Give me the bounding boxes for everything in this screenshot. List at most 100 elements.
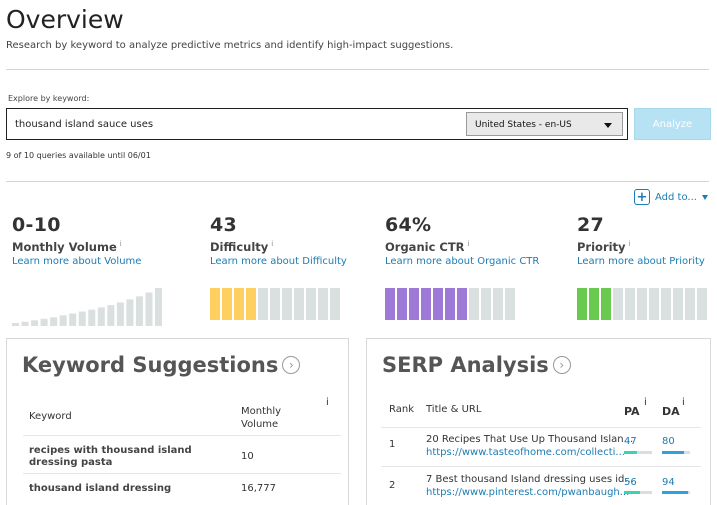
volume-bar bbox=[126, 299, 134, 326]
metric-priority: 27 Priority i Learn more about Priority bbox=[577, 214, 705, 267]
serp-analysis-card: SERP Analysis › Rank Title & URL PA i DA… bbox=[366, 338, 711, 505]
keyword-search-input[interactable]: thousand island sauce uses bbox=[15, 119, 153, 130]
add-to-label: Add to... bbox=[655, 191, 697, 203]
meter-segment bbox=[385, 288, 395, 320]
meter-segment bbox=[637, 288, 647, 320]
column-header-keyword[interactable]: Keyword bbox=[29, 411, 72, 422]
volume-bar bbox=[78, 311, 86, 326]
da-bar bbox=[662, 491, 690, 494]
meter-segment bbox=[210, 288, 220, 320]
volume-history-chart bbox=[12, 288, 162, 326]
info-icon[interactable]: i bbox=[326, 397, 329, 408]
meter-segment bbox=[222, 288, 232, 320]
volume-bar bbox=[116, 302, 124, 326]
volume-bar bbox=[155, 288, 162, 326]
keyword-cell[interactable]: thousand island dressing bbox=[29, 483, 171, 494]
da-bar-fill bbox=[662, 451, 685, 454]
add-to-button[interactable]: + Add to... bbox=[634, 188, 708, 206]
chevron-right-icon[interactable]: › bbox=[552, 356, 571, 374]
page-subtitle: Research by keyword to analyze predictiv… bbox=[6, 40, 454, 51]
serp-analysis-title: SERP Analysis bbox=[382, 353, 549, 377]
pa-bar-fill bbox=[624, 451, 638, 454]
info-icon[interactable]: i bbox=[629, 240, 631, 248]
meter-segment bbox=[318, 288, 328, 320]
info-icon[interactable]: i bbox=[682, 397, 685, 408]
serp-result-url[interactable]: https://www.pinterest.com/pwanbaugh... bbox=[426, 486, 634, 499]
volume-bar bbox=[88, 309, 96, 326]
metric-difficulty: 43 Difficulty i Learn more about Difficul… bbox=[210, 214, 347, 267]
pa-bar bbox=[624, 491, 652, 494]
volume-bar bbox=[97, 307, 105, 326]
column-header-da[interactable]: DA bbox=[662, 405, 680, 418]
meter-segment bbox=[294, 288, 304, 320]
meter-segment bbox=[685, 288, 695, 320]
meter-segment bbox=[421, 288, 431, 320]
chevron-right-icon[interactable]: › bbox=[282, 356, 301, 374]
meter-segment bbox=[697, 288, 707, 320]
volume-bar bbox=[69, 313, 77, 326]
volume-bar bbox=[40, 318, 48, 326]
meter-segment bbox=[409, 288, 419, 320]
serp-result-url[interactable]: https://www.tasteofhome.com/collecti... bbox=[426, 446, 633, 459]
meter-segment bbox=[282, 288, 292, 320]
metric-organic-ctr: 64% Organic CTR i Learn more about Organi… bbox=[385, 214, 539, 267]
divider bbox=[6, 69, 709, 70]
locale-select[interactable]: United States - en-US bbox=[466, 112, 623, 136]
info-icon[interactable]: i bbox=[120, 240, 122, 248]
metric-label: Difficulty bbox=[210, 240, 269, 254]
info-icon[interactable]: i bbox=[271, 240, 273, 248]
meter-segment bbox=[234, 288, 244, 320]
plus-icon: + bbox=[634, 189, 650, 205]
da-value: 80 bbox=[662, 436, 675, 447]
volume-bar bbox=[59, 315, 67, 326]
keyword-cell[interactable]: recipes with thousand island dressing pa… bbox=[29, 445, 219, 469]
metric-value: 0-10 bbox=[12, 214, 61, 236]
metric-monthly-volume: 0-10 Monthly Volume i Learn more about Vo… bbox=[12, 214, 141, 267]
metric-value: 64% bbox=[385, 214, 432, 236]
volume-bar bbox=[21, 321, 29, 326]
learn-more-difficulty-link[interactable]: Learn more about Difficulty bbox=[210, 256, 347, 267]
pa-value: 56 bbox=[624, 477, 637, 488]
serp-result[interactable]: 20 Recipes That Use Up Thousand Islan...… bbox=[426, 433, 633, 459]
column-header-title-url[interactable]: Title & URL bbox=[426, 404, 481, 415]
learn-more-ctr-link[interactable]: Learn more about Organic CTR bbox=[385, 256, 539, 267]
volume-bar bbox=[145, 292, 153, 326]
column-header-pa[interactable]: PA bbox=[624, 405, 640, 418]
meter-segment bbox=[649, 288, 659, 320]
divider bbox=[6, 181, 709, 182]
pa-bar bbox=[624, 451, 652, 454]
queries-remaining: 9 of 10 queries available until 06/01 bbox=[6, 151, 151, 160]
volume-cell: 10 bbox=[241, 451, 254, 462]
column-header-monthly-volume[interactable]: Monthly Volume bbox=[241, 405, 301, 431]
column-header-rank[interactable]: Rank bbox=[389, 404, 414, 415]
info-icon[interactable]: i bbox=[468, 240, 470, 248]
volume-bar bbox=[50, 317, 58, 326]
meter-segment bbox=[246, 288, 256, 320]
chevron-down-icon bbox=[701, 194, 708, 200]
meter-segment bbox=[577, 288, 587, 320]
locale-select-value: United States - en-US bbox=[475, 120, 572, 130]
serp-result-title: 20 Recipes That Use Up Thousand Islan... bbox=[426, 434, 634, 445]
metric-value: 43 bbox=[210, 214, 238, 236]
meter-segment bbox=[625, 288, 635, 320]
learn-more-priority-link[interactable]: Learn more about Priority bbox=[577, 256, 705, 267]
analyze-button[interactable]: Analyze bbox=[634, 108, 711, 140]
metric-label: Organic CTR bbox=[385, 240, 465, 254]
meter-segment bbox=[661, 288, 671, 320]
serp-result[interactable]: 7 Best thousand Island dressing uses id.… bbox=[426, 473, 634, 499]
learn-more-volume-link[interactable]: Learn more about Volume bbox=[12, 256, 141, 267]
organic-ctr-meter bbox=[385, 288, 517, 320]
metric-value: 27 bbox=[577, 214, 605, 236]
volume-bar bbox=[107, 305, 115, 326]
meter-segment bbox=[589, 288, 599, 320]
rank-cell: 2 bbox=[389, 480, 396, 491]
meter-segment bbox=[306, 288, 316, 320]
keyword-search-field[interactable]: thousand island sauce uses United States… bbox=[6, 108, 628, 140]
meter-segment bbox=[433, 288, 443, 320]
difficulty-meter bbox=[210, 288, 342, 320]
metric-label: Monthly Volume bbox=[12, 240, 117, 254]
meter-segment bbox=[601, 288, 611, 320]
volume-bar bbox=[12, 322, 19, 326]
keyword-suggestions-card: Keyword Suggestions › Keyword Monthly Vo… bbox=[6, 338, 349, 505]
info-icon[interactable]: i bbox=[644, 397, 647, 408]
